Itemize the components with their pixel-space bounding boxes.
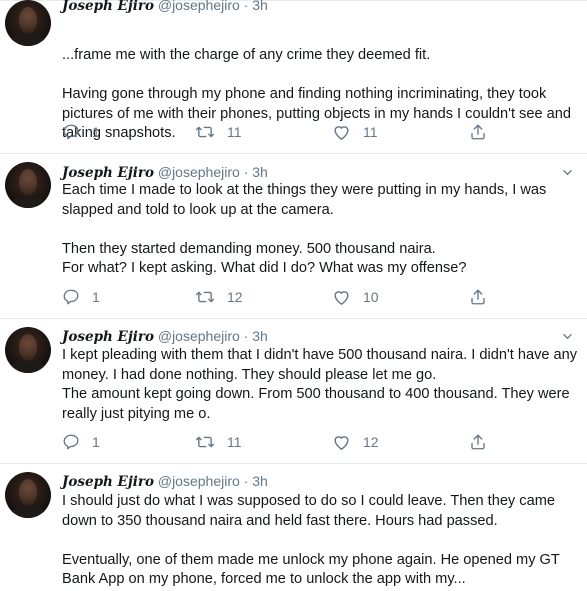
share-button[interactable]	[469, 286, 487, 308]
tweet-line-break	[62, 220, 582, 240]
share-icon	[471, 124, 485, 140]
retweet-icon	[195, 291, 215, 303]
author-handle[interactable]: @josephejiro	[158, 164, 240, 180]
retweet-count: 11	[227, 124, 242, 140]
tweet-divider	[0, 318, 587, 319]
author-name[interactable]: Joseph Ejiro	[62, 329, 154, 345]
reply-icon	[63, 434, 79, 450]
author-name[interactable]: Joseph Ejiro	[62, 165, 154, 181]
tweet-line: Eventually, one of them made me unlock m…	[62, 551, 560, 588]
chevron-down-icon[interactable]	[563, 332, 572, 341]
tweet-line-break	[62, 66, 582, 86]
author-name[interactable]: Joseph Ejiro	[62, 0, 154, 14]
reply-button[interactable]: 1	[62, 431, 100, 453]
tweet-header: Joseph Ejiro @josephejiro · 3h	[62, 472, 268, 491]
tweet-line: Each time I made to look at the things t…	[62, 182, 547, 218]
like-count: 11	[363, 124, 378, 140]
avatar[interactable]	[5, 472, 51, 518]
heart-icon	[334, 126, 349, 140]
reply-count: 1	[92, 124, 100, 140]
dot-separator: ·	[243, 164, 249, 180]
dot-separator: ·	[243, 0, 249, 13]
dot-separator: ·	[243, 328, 249, 344]
like-count: 10	[363, 289, 379, 305]
tweet-line: The amount kept going down. From 500 tho…	[62, 386, 570, 422]
retweet-button[interactable]: 12	[195, 286, 243, 308]
author-handle[interactable]: @josephejiro	[158, 0, 240, 13]
dot-separator: ·	[243, 473, 249, 489]
avatar[interactable]	[5, 327, 51, 373]
tweet-line-break	[62, 531, 582, 551]
tweet-divider	[0, 463, 587, 464]
tweet-divider	[0, 153, 587, 154]
share-button[interactable]	[469, 121, 487, 143]
reply-icon	[63, 289, 79, 305]
reply-count: 1	[92, 434, 100, 450]
retweet-button[interactable]: 11	[195, 121, 242, 143]
reply-button[interactable]: 1	[62, 286, 100, 308]
tweet-time[interactable]: 3h	[252, 473, 268, 489]
avatar[interactable]	[5, 162, 51, 208]
like-button[interactable]: 12	[332, 431, 379, 453]
reply-button[interactable]: 1	[62, 121, 100, 143]
tweet-header: Joseph Ejiro @josephejiro · 3h	[62, 327, 268, 346]
tweet-time[interactable]: 3h	[252, 0, 268, 13]
author-handle[interactable]: @josephejiro	[158, 473, 240, 489]
tweet-text: Each time I made to look at the things t…	[62, 181, 582, 279]
tweet-time[interactable]: 3h	[252, 164, 268, 180]
retweet-count: 11	[227, 434, 242, 450]
tweet-header: Joseph Ejiro @josephejiro · 3h	[62, 0, 268, 15]
tweet-actions: 1 12 10	[62, 286, 502, 308]
tweet-header: Joseph Ejiro @josephejiro · 3h	[62, 163, 268, 182]
reply-count: 1	[92, 289, 100, 305]
author-handle[interactable]: @josephejiro	[158, 328, 240, 344]
retweet-icon	[195, 126, 215, 138]
reply-icon	[63, 124, 79, 140]
tweet-line: ...frame me with the charge of any crime…	[62, 47, 431, 63]
tweet-text: I should just do what I was supposed to …	[62, 492, 582, 590]
author-name[interactable]: Joseph Ejiro	[62, 474, 154, 490]
tweet-text: I kept pleading with them that I didn't …	[62, 346, 582, 424]
tweet-line: For what? I kept asking. What did I do? …	[62, 260, 467, 276]
tweet-line: Then they started demanding money. 500 t…	[62, 240, 436, 257]
retweet-count: 12	[227, 289, 243, 305]
tweet-actions: 1 11 11	[62, 121, 502, 143]
tweet-actions: 1 11 12	[62, 431, 502, 453]
heart-icon	[334, 436, 349, 450]
like-button[interactable]: 10	[332, 286, 379, 308]
like-button[interactable]: 11	[332, 121, 378, 143]
tweet-time[interactable]: 3h	[252, 328, 268, 344]
tweet-line: I should just do what I was supposed to …	[62, 493, 555, 529]
share-icon	[471, 434, 485, 450]
retweet-button[interactable]: 11	[195, 431, 242, 453]
avatar[interactable]	[5, 0, 51, 46]
heart-icon	[334, 291, 349, 305]
retweet-icon	[195, 436, 215, 448]
chevron-down-icon[interactable]	[563, 168, 572, 177]
share-icon	[471, 289, 485, 305]
tweet-line: I kept pleading with them that I didn't …	[62, 347, 578, 383]
share-button[interactable]	[469, 431, 487, 453]
like-count: 12	[363, 434, 379, 450]
